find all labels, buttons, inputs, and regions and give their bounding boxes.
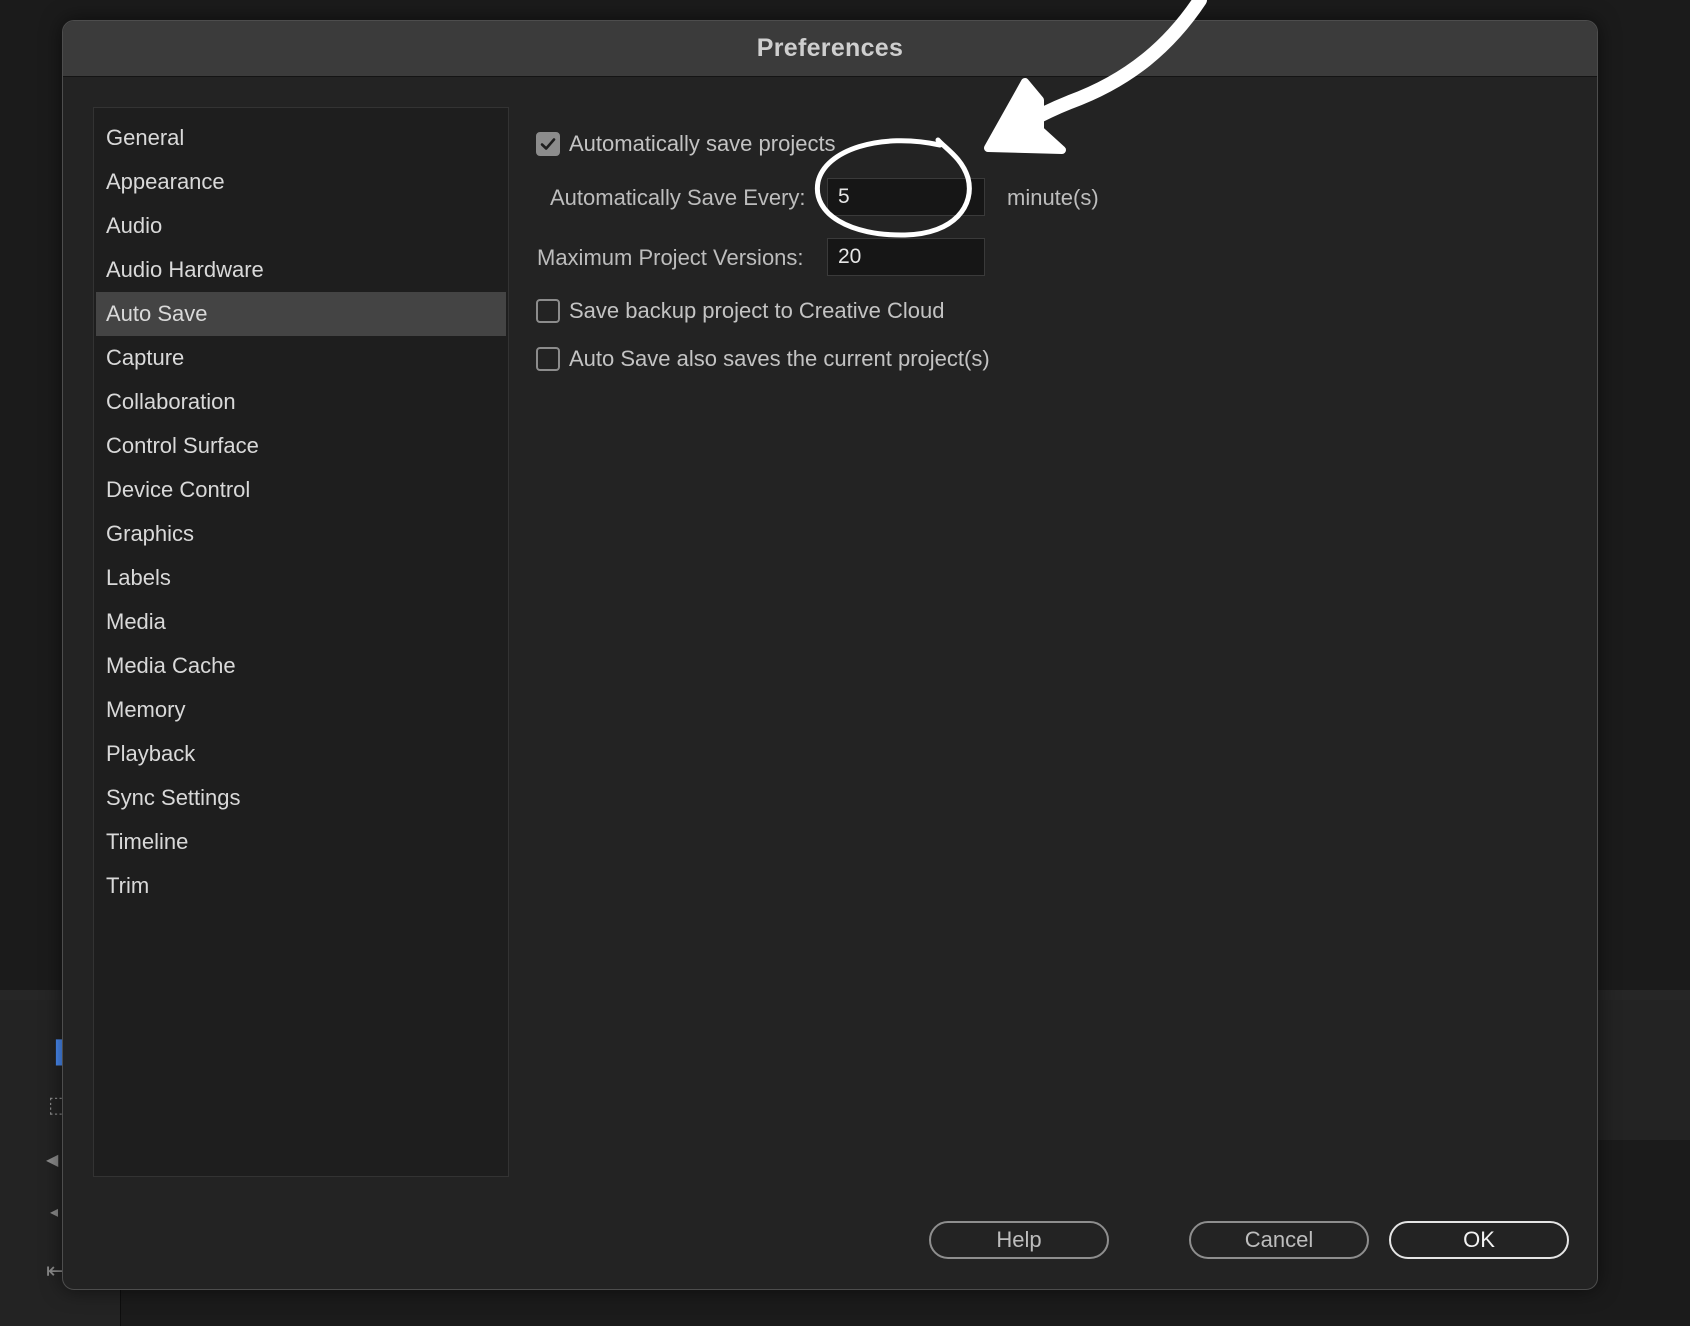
sidebar-item-collaboration[interactable]: Collaboration: [96, 380, 506, 424]
saves-current-project-label: Auto Save also saves the current project…: [569, 346, 990, 371]
track-back-icon: ◀: [46, 1152, 59, 1169]
auto-save-projects-checkbox[interactable]: [536, 132, 560, 156]
dialog-titlebar: Preferences: [63, 21, 1597, 77]
backup-cloud-checkbox[interactable]: [536, 299, 560, 323]
sidebar-item-control-surface[interactable]: Control Surface: [96, 424, 506, 468]
sidebar-item-trim[interactable]: Trim: [96, 864, 506, 908]
ripple-tool-icon: ◂: [50, 1204, 59, 1221]
backup-cloud-label: Save backup project to Creative Cloud: [569, 298, 945, 323]
sidebar-item-audio[interactable]: Audio: [96, 204, 506, 248]
sidebar-item-labels[interactable]: Labels: [96, 556, 506, 600]
saves-current-project-checkbox[interactable]: [536, 347, 560, 371]
preferences-category-list: General Appearance Audio Audio Hardware …: [93, 107, 509, 1177]
dialog-title: Preferences: [756, 34, 904, 62]
max-versions-label: Maximum Project Versions:: [537, 245, 804, 270]
saves-current-project-row[interactable]: Auto Save also saves the current project…: [536, 346, 990, 372]
sidebar-item-playback[interactable]: Playback: [96, 732, 506, 776]
sidebar-item-capture[interactable]: Capture: [96, 336, 506, 380]
save-every-minutes-input[interactable]: [827, 178, 985, 216]
backup-cloud-row[interactable]: Save backup project to Creative Cloud: [536, 298, 944, 324]
sidebar-item-timeline[interactable]: Timeline: [96, 820, 506, 864]
sidebar-item-auto-save[interactable]: Auto Save: [96, 292, 506, 336]
help-button[interactable]: Help: [929, 1221, 1109, 1259]
ok-button[interactable]: OK: [1389, 1221, 1569, 1259]
minutes-unit-label: minute(s): [1007, 185, 1099, 210]
sidebar-item-audio-hardware[interactable]: Audio Hardware: [96, 248, 506, 292]
save-every-label: Automatically Save Every:: [550, 185, 806, 210]
cancel-button[interactable]: Cancel: [1189, 1221, 1369, 1259]
sidebar-item-general[interactable]: General: [96, 116, 506, 160]
sidebar-item-graphics[interactable]: Graphics: [96, 512, 506, 556]
auto-save-projects-label: Automatically save projects: [569, 131, 836, 156]
max-project-versions-input[interactable]: [827, 238, 985, 276]
checkmark-icon: [540, 138, 556, 150]
sidebar-item-memory[interactable]: Memory: [96, 688, 506, 732]
sidebar-item-sync-settings[interactable]: Sync Settings: [96, 776, 506, 820]
sidebar-item-media[interactable]: Media: [96, 600, 506, 644]
sidebar-item-media-cache[interactable]: Media Cache: [96, 644, 506, 688]
sidebar-item-device-control[interactable]: Device Control: [96, 468, 506, 512]
auto-save-projects-row[interactable]: Automatically save projects: [536, 131, 836, 157]
background-right-panel: [1598, 1000, 1690, 1140]
sidebar-item-appearance[interactable]: Appearance: [96, 160, 506, 204]
preferences-dialog: Preferences General Appearance Audio Aud…: [62, 20, 1598, 1290]
